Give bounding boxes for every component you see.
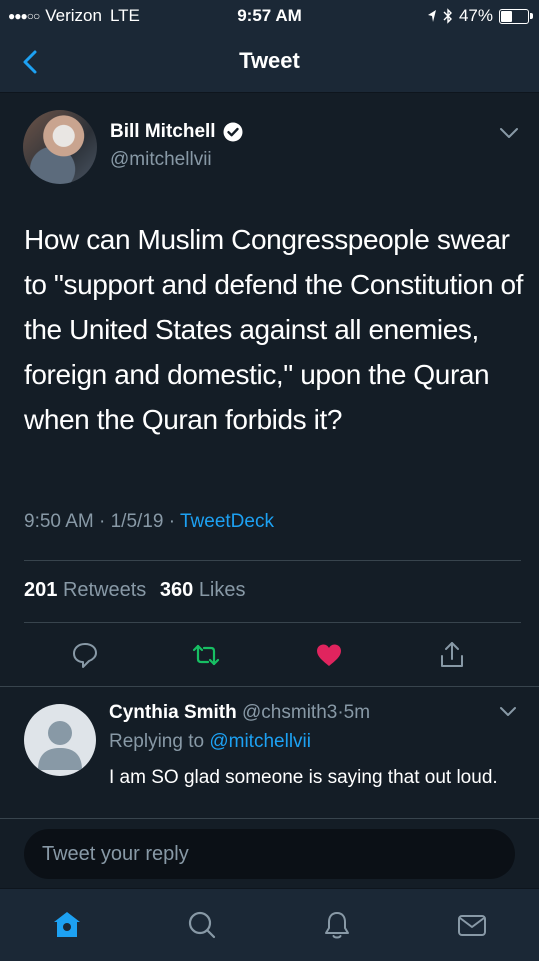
retweet-button[interactable] (191, 640, 221, 670)
tab-home[interactable] (51, 909, 83, 941)
tweet-time: 9:50 AM (24, 511, 94, 532)
chevron-down-icon[interactable] (498, 125, 520, 141)
replying-to-label: Replying to (109, 731, 205, 752)
chevron-down-icon[interactable] (498, 705, 518, 719)
tab-bar (0, 888, 539, 961)
battery-percent: 47% (458, 6, 493, 25)
replying-to-handle[interactable]: @mitchellvii (209, 731, 311, 752)
status-right: 47% (427, 6, 533, 26)
bluetooth-icon (443, 8, 452, 24)
reply-button[interactable] (70, 640, 100, 670)
home-icon (54, 912, 80, 937)
tweet-stats: 201 Retweets 360 Likes (24, 579, 246, 602)
nav-bar: Tweet (0, 32, 539, 93)
retweet-icon (192, 644, 220, 666)
reply-author-name[interactable]: Cynthia Smith (109, 702, 237, 723)
battery-icon (499, 8, 533, 24)
tweet-text: How can Muslim Congresspeople swear to "… (24, 224, 524, 435)
reply-time: 5m (343, 702, 371, 723)
envelope-icon (458, 915, 486, 936)
reply-avatar[interactable] (24, 704, 96, 776)
bell-icon (325, 912, 349, 939)
retweets-count[interactable]: 201 (24, 579, 57, 601)
search-icon (188, 911, 216, 939)
share-button[interactable] (437, 640, 467, 670)
like-button[interactable] (314, 640, 344, 670)
tweet-source-link[interactable]: TweetDeck (180, 511, 274, 532)
divider (24, 622, 521, 623)
heart-icon (317, 644, 341, 666)
tab-search[interactable] (186, 909, 218, 941)
reply-header: Cynthia Smith @chsmith3·5m (109, 702, 370, 724)
replying-to: Replying to @mitchellvii (109, 731, 311, 753)
reply-input[interactable] (24, 829, 515, 879)
page-title: Tweet (239, 48, 300, 73)
verified-badge-icon (223, 122, 243, 142)
tab-notifications[interactable] (321, 909, 353, 941)
tweet-meta: 9:50 AM · 1/5/19 · TweetDeck (24, 511, 274, 533)
retweets-label[interactable]: Retweets (63, 579, 146, 601)
reply-author-handle[interactable]: @chsmith3 (242, 702, 337, 723)
default-avatar-icon (38, 721, 82, 770)
divider (24, 560, 521, 561)
speech-bubble-icon (73, 643, 97, 668)
share-icon (441, 642, 463, 667)
divider (0, 686, 539, 687)
meta-separator: · (99, 511, 106, 532)
avatar[interactable] (23, 110, 97, 184)
meta-separator: · (168, 511, 176, 532)
status-bar: ●●●○○ Verizon LTE 9:57 AM 47% (0, 0, 539, 32)
author-name[interactable]: Bill Mitchell (110, 121, 216, 143)
author-name-row[interactable]: Bill Mitchell (110, 121, 243, 143)
author-handle[interactable]: @mitchellvii (110, 149, 212, 171)
likes-label[interactable]: Likes (199, 579, 246, 601)
likes-count[interactable]: 360 (160, 579, 193, 601)
tab-messages[interactable] (456, 909, 488, 941)
reply-text: I am SO glad someone is saying that out … (109, 767, 498, 788)
battery-level (501, 10, 513, 22)
tweet-date: 1/5/19 (110, 511, 164, 532)
compose-area (0, 818, 539, 889)
location-arrow-icon (427, 10, 436, 22)
